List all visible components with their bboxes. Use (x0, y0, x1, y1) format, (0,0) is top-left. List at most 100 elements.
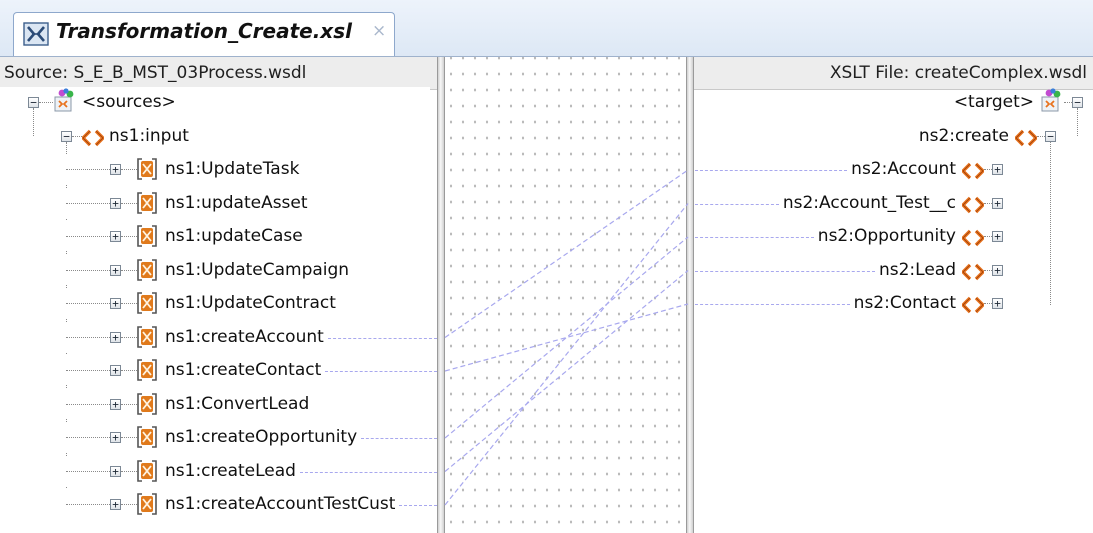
expand-toggle-icon[interactable]: + (110, 398, 121, 410)
expand-toggle-icon[interactable]: + (110, 499, 121, 510)
schema-node-icon (53, 88, 77, 122)
expand-toggle-icon[interactable]: + (110, 365, 121, 376)
expand-toggle-icon[interactable]: + (992, 197, 1003, 209)
source-root-node[interactable]: − <sources> (0, 87, 430, 117)
tree-connector (984, 169, 992, 170)
tab-close-icon[interactable]: × (372, 21, 386, 41)
source-input-node[interactable]: − ns1:input (0, 120, 430, 151)
source-item-node[interactable]: + ns1:UpdateCampaign (0, 254, 437, 285)
expand-toggle-icon[interactable]: + (110, 298, 121, 309)
complex-type-icon (137, 392, 157, 425)
source-item-node[interactable]: + ns1:createContact (0, 355, 437, 385)
mapping-stub (325, 371, 437, 372)
collapse-toggle-icon[interactable]: − (28, 97, 39, 108)
tree-connector (66, 470, 110, 472)
target-item-node[interactable]: + ns2:Account (695, 154, 1086, 184)
mapping-stub (299, 471, 437, 473)
tree-connector (984, 202, 992, 204)
source-item-node[interactable]: + ns1:UpdateContract (0, 288, 437, 318)
node-label: <target> (953, 92, 1034, 112)
expand-toggle-icon[interactable]: + (110, 164, 121, 175)
complex-type-icon (137, 426, 157, 458)
tree-connector (121, 303, 137, 304)
tree-connector (984, 269, 992, 271)
tree-connector (121, 504, 137, 505)
target-item-node[interactable]: + ns2:Lead (695, 255, 1086, 285)
source-item-node[interactable]: + ns1:updateCase (0, 221, 437, 251)
mapping-stub (695, 203, 779, 205)
target-root-node[interactable]: − <target> (695, 87, 1086, 117)
collapse-toggle-icon[interactable]: − (1045, 130, 1056, 142)
target-item-node[interactable]: + ns2:Contact (695, 288, 1086, 318)
tree-connector (984, 303, 992, 304)
collapse-toggle-icon[interactable]: − (1072, 97, 1083, 108)
schema-node-icon (1040, 88, 1064, 122)
expand-toggle-icon[interactable]: + (992, 164, 1003, 175)
source-item-node[interactable]: + ns1:updateAsset (0, 187, 437, 218)
node-label: ns1:UpdateContract (165, 293, 336, 313)
complex-type-icon (137, 325, 157, 358)
node-label: ns2:Account_Test__c (782, 192, 956, 213)
node-label: ns1:UpdateCampaign (165, 259, 350, 280)
source-item-node[interactable]: + ns1:createLead (0, 455, 437, 486)
complex-type-icon (137, 459, 157, 492)
tree-connector (66, 370, 110, 371)
mapping-stub (361, 438, 437, 439)
node-label: ns2:Lead (878, 259, 956, 280)
node-label: ns2:Account (851, 159, 956, 179)
tree-connector (121, 470, 137, 472)
complex-type-icon (137, 258, 157, 291)
target-panel-header: XSLT File: createComplex.wsdl (693, 57, 1093, 90)
source-item-node[interactable]: + ns1:createOpportunity (0, 422, 437, 452)
node-label: ns2:Opportunity (817, 226, 956, 246)
node-label: ns1:createContact (165, 360, 322, 380)
target-item-node[interactable]: + ns2:Opportunity (695, 221, 1086, 251)
tree-connector (66, 303, 110, 304)
source-item-node[interactable]: + ns1:ConvertLead (0, 388, 437, 419)
element-diamond-icon (80, 127, 106, 157)
target-create-node[interactable]: − ns2:create (695, 121, 1086, 151)
expand-toggle-icon[interactable]: + (992, 298, 1003, 309)
complex-type-icon (137, 493, 157, 525)
node-label: ns1:input (109, 125, 189, 146)
target-splitter[interactable] (686, 57, 694, 533)
source-item-node[interactable]: + ns1:createAccount (0, 321, 437, 352)
target-item-node[interactable]: + ns2:Account_Test__c (695, 188, 1086, 218)
expand-toggle-icon[interactable]: + (110, 331, 121, 343)
source-panel-header: Source: S_E_B_MST_03Process.wsdl (0, 57, 441, 90)
tree-connector (72, 135, 82, 137)
element-diamond-icon (1013, 127, 1039, 157)
expand-toggle-icon[interactable]: + (110, 197, 121, 209)
expand-toggle-icon[interactable]: + (110, 432, 121, 443)
node-label: <sources> (82, 92, 176, 112)
element-diamond-icon (960, 261, 986, 291)
tree-connector (121, 437, 137, 438)
editor-tab[interactable]: Transformation_Create.xsl × (13, 12, 395, 56)
expand-toggle-icon[interactable]: + (992, 264, 1003, 276)
source-item-node[interactable]: + ns1:UpdateTask (0, 154, 437, 184)
mapping-stub (695, 304, 850, 305)
expand-toggle-icon[interactable]: + (110, 231, 121, 242)
mapping-canvas[interactable] (441, 57, 693, 533)
source-item-node[interactable]: + ns1:createAccountTestCust (0, 489, 437, 519)
tree-connector (66, 169, 110, 170)
complex-type-icon (137, 359, 157, 391)
tree-connector (121, 269, 137, 271)
expand-toggle-icon[interactable]: + (110, 465, 121, 477)
tree-connector (66, 336, 110, 338)
collapse-toggle-icon[interactable]: − (61, 130, 72, 142)
tab-title: Transformation_Create.xsl (56, 19, 352, 43)
complex-type-icon (137, 225, 157, 257)
tree-connector (121, 370, 137, 371)
tree-connector (66, 202, 110, 204)
expand-toggle-icon[interactable]: + (110, 264, 121, 276)
source-splitter[interactable] (437, 57, 445, 533)
element-diamond-icon (960, 294, 986, 324)
expand-toggle-icon[interactable]: + (992, 231, 1003, 242)
node-label: ns1:createAccount (165, 326, 324, 347)
node-label: ns1:UpdateTask (165, 159, 300, 179)
mapping-stub (695, 270, 875, 272)
editor-tab-bar: Transformation_Create.xsl × (0, 0, 1093, 57)
complex-type-icon (137, 292, 157, 324)
tree-connector (66, 437, 110, 438)
